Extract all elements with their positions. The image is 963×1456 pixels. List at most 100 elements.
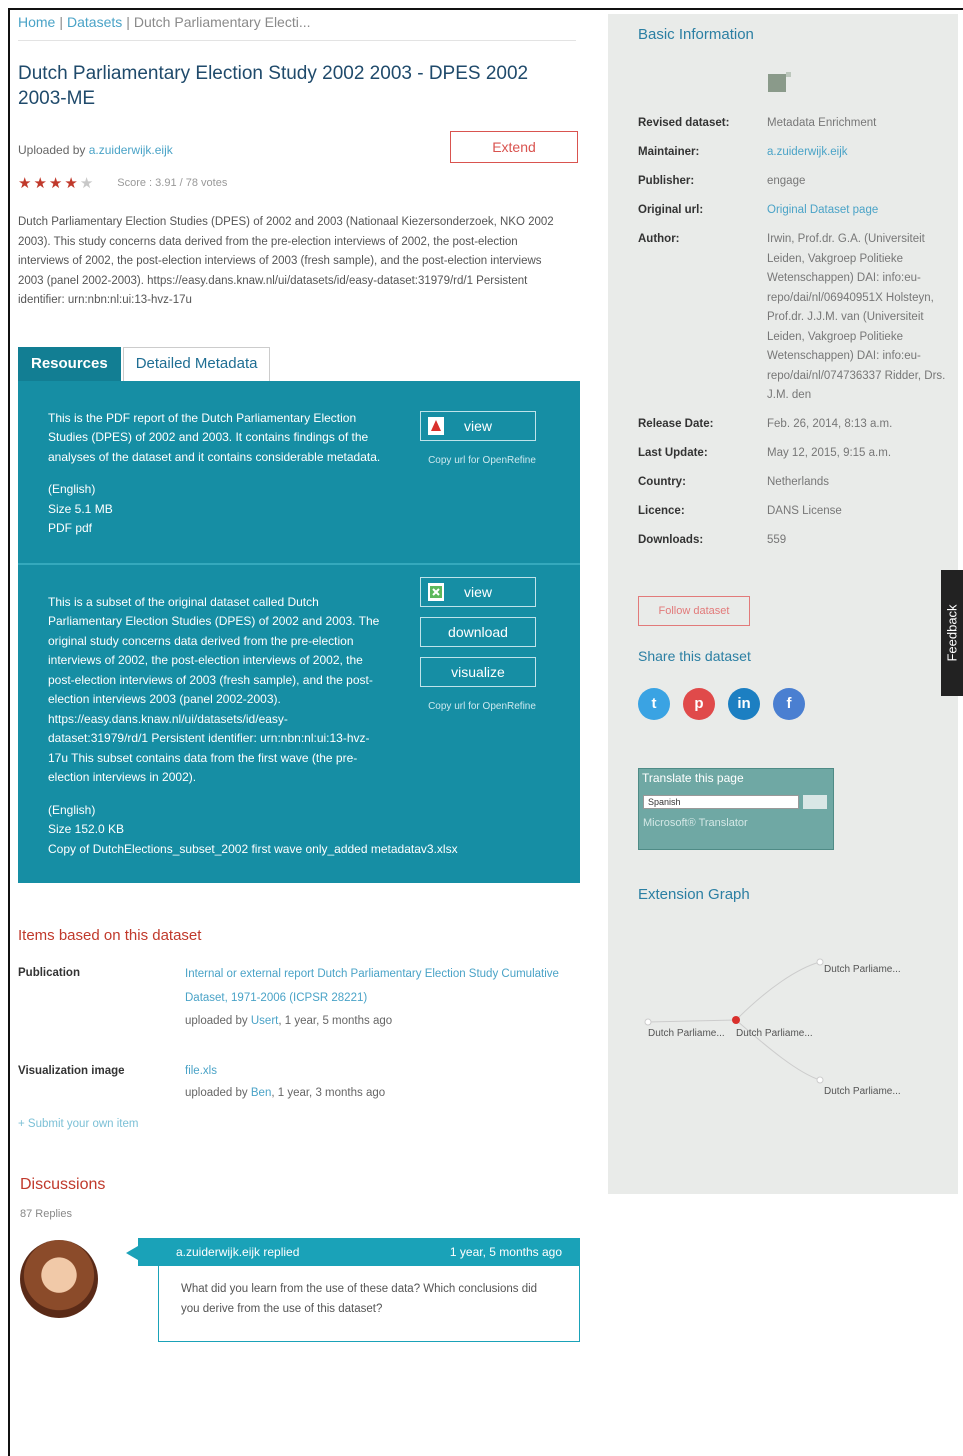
avatar xyxy=(20,1240,98,1318)
main-content: Home | Datasets | Dutch Parliamentary Electi… xyxy=(18,14,580,1348)
view-label: view xyxy=(463,417,492,434)
comment-box: a.zuiderwijk.eijk replied 1 year, 5 mont… xyxy=(126,1238,580,1342)
info-value: engage xyxy=(767,175,806,187)
comment-author[interactable]: a.zuiderwijk.eijk replied xyxy=(176,1245,299,1259)
discussions-title: Discussions xyxy=(20,1176,106,1193)
resource-description: This is a subset of the original dataset… xyxy=(48,594,380,785)
item-visualization: Visualization image file.xls uploaded by… xyxy=(18,1060,580,1104)
uploader-link[interactable]: Ben xyxy=(251,1087,271,1099)
uploaded-prefix: uploaded by xyxy=(185,1015,248,1027)
info-row: Author: Irwin, Prof.dr. G.A. (Universitei… xyxy=(638,230,957,415)
graph-node-label[interactable]: Dutch Parliame... xyxy=(648,1028,725,1039)
basic-info-table: Revised dataset: Metadata Enrichment Main… xyxy=(638,114,957,560)
copy-url-link[interactable]: Copy url for OpenRefine xyxy=(412,697,552,717)
uploader-link[interactable]: a.zuiderwijk.eijk xyxy=(89,143,173,157)
feedback-tab[interactable]: Feedback xyxy=(941,570,963,696)
publication-link[interactable]: Internal or external report Dutch Parlia… xyxy=(185,962,580,1010)
resource-format: PDF pdf xyxy=(48,521,93,535)
item-age: , 1 year, 3 months ago xyxy=(271,1087,386,1099)
maintainer-link[interactable]: a.zuiderwijk.eijk xyxy=(767,146,848,158)
language-select[interactable]: Spanish xyxy=(643,795,799,809)
translate-go-button[interactable] xyxy=(803,795,827,809)
visualization-link[interactable]: file.xls xyxy=(185,1060,580,1082)
comment-time: 1 year, 5 months ago xyxy=(449,1245,562,1259)
graph-node-center xyxy=(732,1016,740,1024)
spreadsheet-icon xyxy=(428,582,444,601)
resource-actions: view download visualize Copy url for Ope… xyxy=(420,576,536,717)
star-icon[interactable]: ★ xyxy=(18,175,33,192)
info-key: Maintainer: xyxy=(638,146,700,158)
graph-node xyxy=(644,1018,652,1026)
graph-node-label[interactable]: Dutch Parliame... xyxy=(824,1086,901,1097)
original-url-link[interactable]: Original Dataset page xyxy=(767,204,878,216)
extension-graph[interactable]: Dutch Parliame... Dutch Parliame... Dutc… xyxy=(638,918,938,1118)
item-publication: Publication Internal or external report … xyxy=(18,962,580,1032)
item-uploader: uploaded by Usert, 1 year, 5 months ago xyxy=(185,1010,580,1032)
items-title: Items based on this dataset xyxy=(18,927,202,944)
info-row: Maintainer: a.zuiderwijk.eijk xyxy=(638,143,957,172)
comment-text: What did you learn from the use of these… xyxy=(158,1266,580,1342)
visualize-button[interactable]: visualize xyxy=(420,656,536,687)
sidebar: Basic Information Revised dataset: Metada… xyxy=(608,14,958,1194)
twitter-icon[interactable]: t xyxy=(638,688,670,720)
follow-dataset-button[interactable]: Follow dataset xyxy=(638,596,750,626)
score-text: Score : 3.91 / 78 votes xyxy=(117,177,228,189)
graph-node-label[interactable]: Dutch Parliame... xyxy=(824,964,901,975)
translator-widget: Translate this page Spanish Microsoft® T… xyxy=(638,768,834,850)
pinterest-icon[interactable]: p xyxy=(683,688,715,720)
basic-info-title: Basic Information xyxy=(638,26,754,43)
resource-format: Copy of DutchElections_subset_2002 first… xyxy=(48,841,458,856)
info-value: Metadata Enrichment xyxy=(767,117,877,129)
view-label: view xyxy=(463,583,492,600)
uploaded-prefix: Uploaded by xyxy=(18,143,86,157)
linkedin-icon[interactable]: in xyxy=(728,688,760,720)
star-icon[interactable]: ★ xyxy=(49,175,64,192)
star-icon[interactable]: ★ xyxy=(33,175,48,192)
resources-panel: This is the PDF report of the Dutch Parl… xyxy=(18,380,580,883)
rating: ★★★★★ Score : 3.91 / 78 votes xyxy=(18,173,580,193)
graph-node-label[interactable]: Dutch Parliame... xyxy=(736,1028,813,1039)
info-row: Release Date: Feb. 26, 2014, 8:13 a.m. xyxy=(638,415,957,444)
star-icon[interactable]: ★ xyxy=(64,175,79,192)
download-button[interactable]: download xyxy=(420,616,536,647)
resource-size: Size 152.0 KB xyxy=(48,822,125,836)
facebook-icon[interactable]: f xyxy=(773,688,805,720)
resource-actions: view Copy url for OpenRefine xyxy=(420,410,536,471)
resource-meta: (English) Size 5.1 MB PDF pdf xyxy=(48,480,580,539)
uploader-link[interactable]: Usert xyxy=(251,1015,278,1027)
info-row: Downloads: 559 xyxy=(638,531,957,560)
info-row: Licence: DANS License xyxy=(638,502,957,531)
info-row: Revised dataset: Metadata Enrichment xyxy=(638,114,957,143)
item-age: , 1 year, 5 months ago xyxy=(278,1015,393,1027)
uploaded-by: Uploaded by a.zuiderwijk.eijk xyxy=(18,143,173,157)
item-uploader: uploaded by Ben, 1 year, 3 months ago xyxy=(185,1082,580,1104)
info-key: Country: xyxy=(638,476,686,488)
info-key: Author: xyxy=(638,233,680,245)
graph-node xyxy=(816,1076,824,1084)
rating-stars[interactable]: ★★★★★ xyxy=(18,174,95,192)
breadcrumb-datasets[interactable]: Datasets xyxy=(67,14,122,30)
info-row: Country: Netherlands xyxy=(638,473,957,502)
extend-button[interactable]: Extend xyxy=(450,131,578,163)
comment-header: a.zuiderwijk.eijk replied 1 year, 5 mont… xyxy=(126,1238,580,1266)
social-share: t p in f xyxy=(638,688,805,720)
page-title: Dutch Parliamentary Election Study 2002 … xyxy=(18,63,529,109)
info-value: 559 xyxy=(767,534,787,546)
resource-meta: (English) Size 152.0 KB Copy of DutchEle… xyxy=(48,801,580,860)
resource-description: This is the PDF report of the Dutch Parl… xyxy=(48,410,381,464)
info-row: Publisher: engage xyxy=(638,172,957,201)
tab-detailed-metadata[interactable]: Detailed Metadata xyxy=(122,346,271,381)
tab-resources[interactable]: Resources xyxy=(18,346,121,381)
translator-brand: Microsoft® Translator xyxy=(643,817,748,829)
breadcrumb-home[interactable]: Home xyxy=(18,14,55,30)
info-value: Netherlands xyxy=(767,476,830,488)
item-label: Publication xyxy=(18,967,80,979)
copy-url-link[interactable]: Copy url for OpenRefine xyxy=(412,451,552,471)
info-key: Licence: xyxy=(638,505,685,517)
view-button[interactable]: view xyxy=(420,410,536,441)
view-button[interactable]: view xyxy=(420,576,536,607)
submit-item-link[interactable]: + Submit your own item xyxy=(18,1118,580,1130)
resource-language: (English) xyxy=(48,482,96,496)
star-icon[interactable]: ★ xyxy=(80,175,95,192)
extension-graph-title: Extension Graph xyxy=(638,886,750,903)
